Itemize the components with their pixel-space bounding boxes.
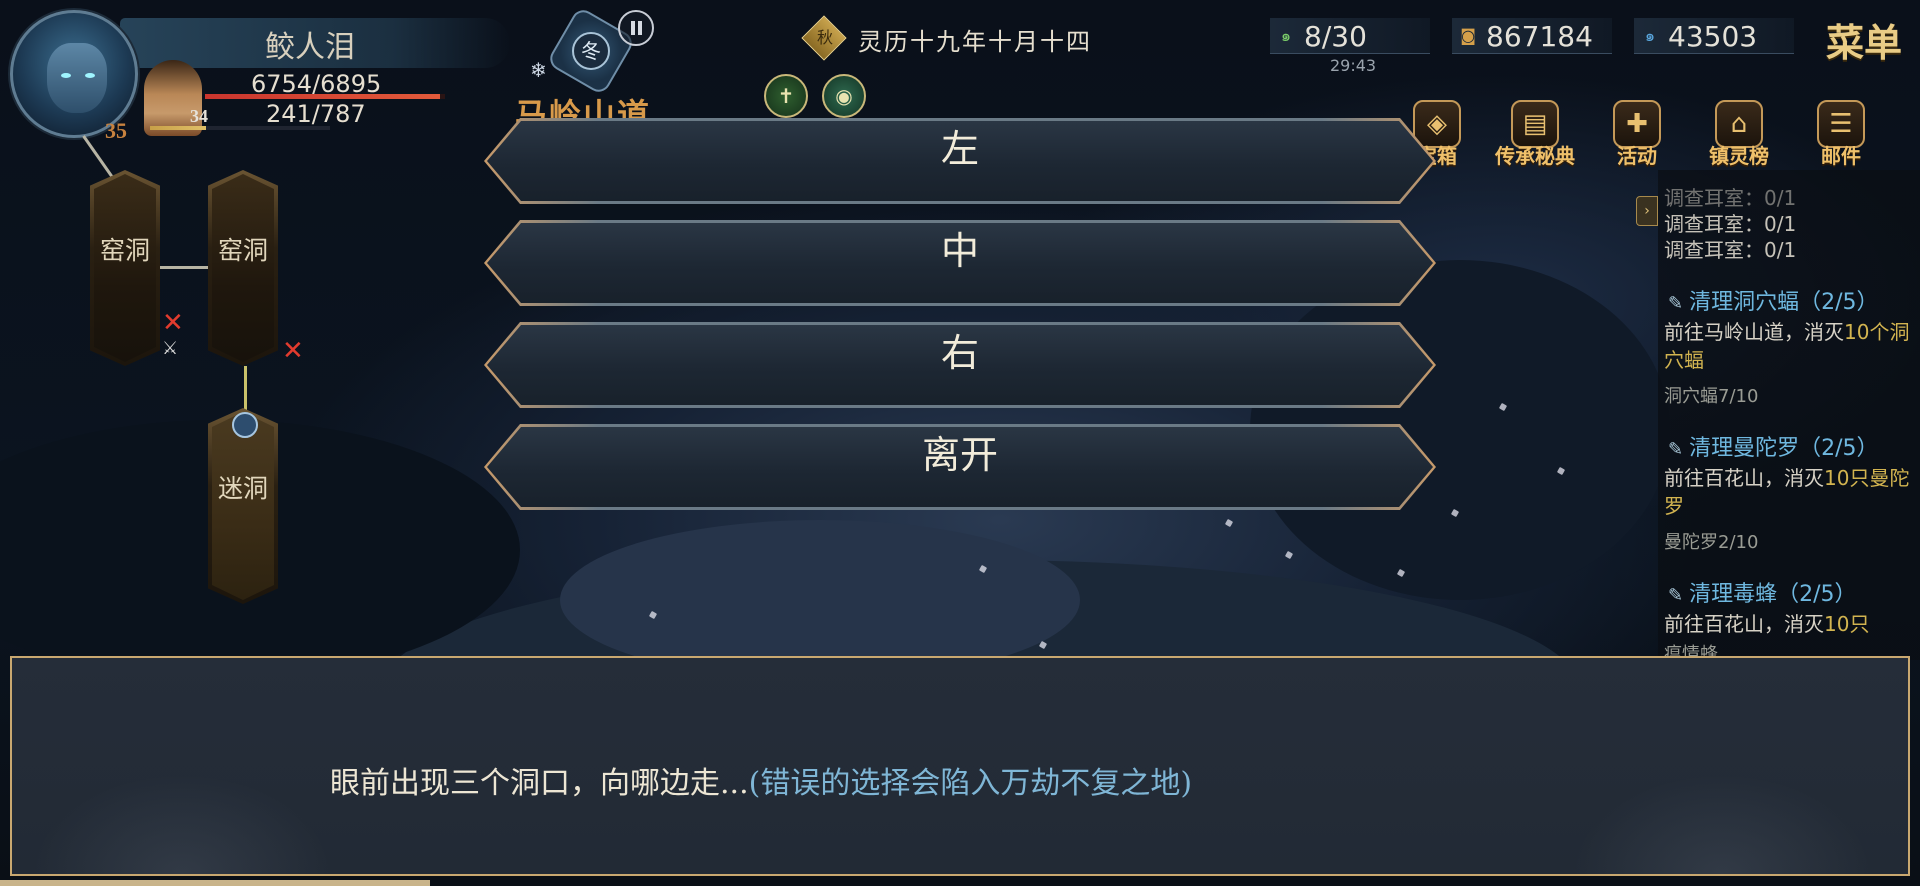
- choice-leave-button[interactable]: 离开: [484, 424, 1436, 510]
- quest-objective: 调查耳室：0/1: [1664, 212, 1797, 236]
- feather-icon: ✎: [1668, 585, 1684, 606]
- shortcut-label: 邮件: [1821, 144, 1861, 168]
- hp-bar: [205, 94, 445, 99]
- choice-right-button[interactable]: 右: [484, 322, 1436, 408]
- pause-button[interactable]: [618, 10, 654, 46]
- room-frame: [212, 174, 274, 362]
- choice-left-button[interactable]: 左: [484, 118, 1436, 204]
- mp-bar: [150, 126, 330, 130]
- mp-value: 241/787: [266, 100, 366, 128]
- season-icon[interactable]: 冬: [572, 32, 610, 70]
- room-label: 迷洞: [217, 474, 268, 503]
- quest-desc-text: 前往百花山，消灭: [1664, 466, 1824, 490]
- player-location-pin: [232, 412, 258, 438]
- map-room-cave-2[interactable]: 窑洞: [208, 170, 278, 366]
- crossed-swords-icon: ⚔: [162, 338, 179, 359]
- quest-progress: 洞穴蝠7/10: [1664, 386, 1759, 407]
- game-date: 灵历十九年十月十四: [858, 28, 1092, 56]
- quest-objective: 调查耳室：0/1: [1664, 238, 1797, 262]
- companion-level: 34: [190, 106, 208, 126]
- feather-icon: ✎: [1668, 293, 1684, 314]
- quest-objective: 调查耳室：0/1: [1664, 186, 1797, 210]
- map-room-cave-1[interactable]: 窑洞: [90, 170, 160, 366]
- quest-title[interactable]: ✎ 清理洞穴蝠（2/5）: [1668, 284, 1879, 316]
- avatar-face: [47, 43, 107, 113]
- quest-description: 前往马岭山道，消灭10个洞穴蝠: [1664, 318, 1916, 374]
- mail-shortcut[interactable]: ☰ 邮件: [1800, 100, 1882, 170]
- choice-middle-button[interactable]: 中: [484, 220, 1436, 306]
- spirit-counter[interactable]: ๑ 43503: [1634, 18, 1794, 54]
- shortcut-label: 活动: [1617, 144, 1657, 168]
- room-label: 窑洞: [217, 236, 268, 265]
- quest-collapse-toggle[interactable]: ›: [1636, 196, 1658, 226]
- shield-icon: ✝: [777, 84, 795, 108]
- avatar-eye: [61, 73, 71, 78]
- quest-title[interactable]: ✎ 清理曼陀罗（2/5）: [1668, 430, 1879, 462]
- menu-button[interactable]: 菜单: [1826, 12, 1902, 67]
- choice-label: 右: [940, 331, 979, 375]
- room-label: 窑洞: [99, 236, 150, 265]
- quest-desc-highlight: 10只: [1824, 612, 1870, 636]
- choice-label: 中: [940, 229, 979, 273]
- cleared-x-icon: ✕: [162, 308, 184, 338]
- shield-buff-icon[interactable]: ✝: [764, 74, 808, 118]
- spirit-value: 43503: [1668, 20, 1758, 53]
- dialog-text: 眼前出现三个洞口，向哪边走...(错误的选择会陷入万劫不复之地): [330, 758, 1192, 802]
- player-level: 35: [105, 118, 127, 143]
- quest-title-text: 清理曼陀罗（2/5）: [1689, 436, 1879, 461]
- stamina-timer: 29:43: [1330, 56, 1377, 75]
- coin-icon: ◙: [1460, 26, 1476, 45]
- quest-description: 前往百花山，消灭10只: [1664, 610, 1916, 638]
- stamina-value: 8/30: [1304, 20, 1367, 53]
- ranking-shortcut[interactable]: ⌂ 镇灵榜: [1698, 100, 1780, 170]
- dialog-narration: 眼前出现三个洞口，向哪边走...: [330, 766, 749, 801]
- quest-desc-text: 前往马岭山道，消灭: [1664, 320, 1844, 344]
- dialog-warning: (错误的选择会陷入万劫不复之地): [748, 766, 1193, 801]
- hp-bar-fill: [205, 94, 441, 99]
- stamina-swirl-icon: ๑: [1280, 26, 1292, 45]
- eye-icon: ◉: [835, 84, 853, 108]
- weather-snow-icon: ❄: [530, 58, 547, 82]
- quest-title-text: 清理毒蜂（2/5）: [1689, 582, 1857, 607]
- shortcut-label: 传承秘典: [1495, 144, 1575, 168]
- quest-progress: 曼陀罗2/10: [1664, 532, 1759, 553]
- choice-label: 左: [940, 127, 979, 171]
- quest-title[interactable]: ✎ 清理毒蜂（2/5）: [1668, 576, 1857, 608]
- quest-title-text: 清理洞穴蝠（2/5）: [1689, 290, 1879, 315]
- eye-buff-icon[interactable]: ◉: [822, 74, 866, 118]
- map-connector: [160, 266, 212, 269]
- feather-icon: ✎: [1668, 439, 1684, 460]
- map-connector: [244, 366, 247, 412]
- cloud-ornament: [1572, 774, 1872, 874]
- shortcut-label: 镇灵榜: [1709, 144, 1769, 168]
- avatar-eye: [85, 73, 95, 78]
- cleared-x-icon: ✕: [282, 336, 304, 366]
- quest-description: 前往百花山，消灭10只曼陀罗: [1664, 464, 1916, 520]
- cloud-ornament: [32, 774, 332, 874]
- coin-counter[interactable]: ◙ 867184: [1452, 18, 1612, 54]
- mp-bar-fill: [150, 126, 206, 130]
- events-shortcut[interactable]: ✚ 活动: [1596, 100, 1678, 170]
- quest-desc-text: 前往百花山，消灭: [1664, 612, 1824, 636]
- stamina-counter[interactable]: ๑ 8/30: [1270, 18, 1430, 54]
- player-name: 鲛人泪: [265, 30, 355, 65]
- room-frame: [212, 412, 274, 600]
- choice-label: 离开: [921, 433, 998, 477]
- bottom-progress-strip: [0, 880, 430, 886]
- coin-value: 867184: [1486, 20, 1593, 53]
- season-badge-label: 秋: [816, 28, 833, 47]
- legacy-book-shortcut[interactable]: ▤ 传承秘典: [1494, 100, 1576, 170]
- spirit-swirl-icon: ๑: [1644, 26, 1656, 45]
- room-frame: [94, 174, 156, 362]
